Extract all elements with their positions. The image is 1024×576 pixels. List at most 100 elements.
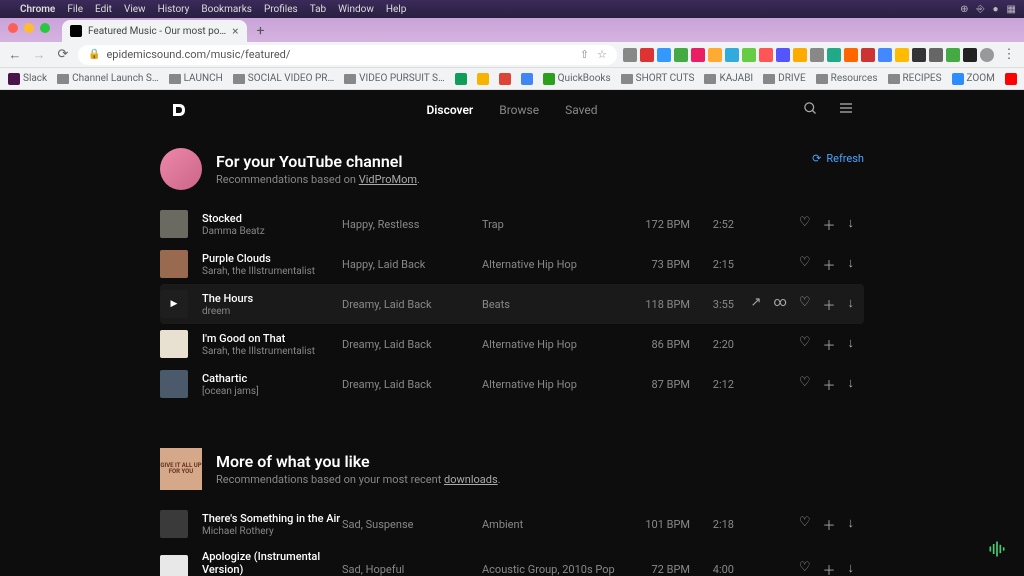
ext-icon[interactable] <box>691 48 705 62</box>
ext-icon[interactable] <box>810 48 824 62</box>
track-row[interactable]: Cathartic[ocean jams]Dreamy, Laid BackAl… <box>160 364 864 404</box>
share-icon[interactable]: ⇧ <box>580 48 589 61</box>
menu-item[interactable]: Window <box>338 4 374 15</box>
ext-icon[interactable] <box>827 48 841 62</box>
bookmark-item[interactable]: SOCIAL VIDEO PR… <box>233 73 334 84</box>
menu-item[interactable]: Edit <box>95 4 112 15</box>
add-icon[interactable]: ＋ <box>822 335 835 354</box>
track-artwork[interactable] <box>160 330 188 358</box>
bookmark-item[interactable]: SHORT CUTS <box>621 73 695 84</box>
bookmark-item[interactable]: Slack <box>8 73 47 85</box>
ext-icon[interactable] <box>759 48 773 62</box>
nav-browse[interactable]: Browse <box>499 103 539 117</box>
back-button[interactable]: ← <box>6 47 24 63</box>
track-row[interactable]: Purple CloudsSarah, the Illstrumentalist… <box>160 244 864 284</box>
menu-item[interactable]: Help <box>386 4 406 15</box>
status-icon[interactable]: ● <box>993 4 999 15</box>
status-icon[interactable]: ⊕ <box>960 4 968 15</box>
ext-icon[interactable] <box>708 48 722 62</box>
ext-icon[interactable] <box>776 48 790 62</box>
ext-icon[interactable] <box>742 48 756 62</box>
search-icon[interactable] <box>803 101 818 120</box>
ext-icon[interactable] <box>640 48 654 62</box>
menu-item[interactable]: View <box>124 4 146 15</box>
like-icon[interactable]: ♡ <box>799 560 811 576</box>
like-icon[interactable]: ♡ <box>799 295 811 314</box>
menu-item[interactable]: Profiles <box>264 4 298 15</box>
epidemic-logo-icon[interactable] <box>170 101 188 119</box>
forward-button[interactable]: → <box>30 47 48 63</box>
track-row[interactable]: There's Something in the AirMichael Roth… <box>160 504 864 544</box>
bookmark-item[interactable]: LAUNCH <box>169 73 223 84</box>
maximize-window-icon[interactable] <box>40 23 50 33</box>
track-artwork[interactable] <box>160 210 188 238</box>
browser-tab[interactable]: Featured Music - Our most po… × <box>62 20 247 42</box>
add-icon[interactable]: ＋ <box>822 255 835 274</box>
bookmark-item[interactable]: ZOOM <box>952 73 995 85</box>
download-icon[interactable]: ↓ <box>848 215 855 234</box>
like-icon[interactable]: ♡ <box>799 515 811 534</box>
ext-icon[interactable] <box>946 48 960 62</box>
waveform-icon[interactable] <box>984 536 1010 562</box>
star-icon[interactable]: ☆ <box>597 48 607 61</box>
ext-icon[interactable] <box>912 48 926 62</box>
bookmark-item[interactable] <box>521 73 533 85</box>
like-icon[interactable]: ♡ <box>799 375 811 394</box>
track-row[interactable]: The HoursdreemDreamy, Laid BackBeats118 … <box>160 284 864 324</box>
menu-item[interactable]: File <box>67 4 83 15</box>
bookmark-item[interactable]: DRIVE <box>763 73 806 84</box>
hamburger-menu-icon[interactable] <box>838 100 854 120</box>
like-icon[interactable]: ♡ <box>799 335 811 354</box>
ext-icon[interactable] <box>963 48 977 62</box>
download-icon[interactable]: ↓ <box>848 560 855 576</box>
address-bar[interactable]: 🔒 epidemicsound.com/music/featured/ ⇧ ☆ <box>78 45 617 65</box>
bookmark-item[interactable]: Resources <box>816 73 878 84</box>
ext-icon[interactable] <box>725 48 739 62</box>
track-artwork[interactable] <box>160 510 188 538</box>
add-icon[interactable]: ＋ <box>822 515 835 534</box>
nav-saved[interactable]: Saved <box>565 103 597 117</box>
track-row[interactable]: StockedDamma BeatzHappy, RestlessTrap172… <box>160 204 864 244</box>
bookmark-item[interactable]: QuickBooks <box>543 73 611 85</box>
channel-link[interactable]: VidProMom <box>359 173 417 186</box>
status-icon[interactable]: ⎆ <box>977 4 985 15</box>
menu-item[interactable]: History <box>158 4 190 15</box>
add-icon[interactable]: ＋ <box>822 560 835 576</box>
downloads-link[interactable]: downloads <box>444 473 498 486</box>
ext-icon[interactable] <box>878 48 892 62</box>
track-artwork[interactable] <box>160 290 188 318</box>
track-row[interactable]: I'm Good on ThatSarah, the Illstrumental… <box>160 324 864 364</box>
minimize-window-icon[interactable] <box>24 23 34 33</box>
like-icon[interactable]: ♡ <box>799 255 811 274</box>
bookmark-item[interactable] <box>499 73 511 85</box>
track-artwork[interactable] <box>160 370 188 398</box>
close-tab-icon[interactable]: × <box>232 24 238 38</box>
download-icon[interactable]: ↓ <box>848 515 855 534</box>
ext-icon[interactable] <box>861 48 875 62</box>
close-window-icon[interactable] <box>8 23 18 33</box>
ext-icon[interactable] <box>844 48 858 62</box>
share-icon[interactable]: ↗ <box>751 295 762 314</box>
menu-app[interactable]: Chrome <box>20 4 55 15</box>
ext-icon[interactable] <box>980 48 994 62</box>
bookmark-item[interactable]: RECIPES <box>888 73 942 84</box>
ext-icon[interactable] <box>895 48 909 62</box>
bookmark-item[interactable]: Channel Launch S… <box>57 73 158 84</box>
download-icon[interactable]: ↓ <box>848 295 855 314</box>
bookmark-item[interactable]: VIDEO PURSUIT S… <box>344 73 445 84</box>
menu-item[interactable]: Tab <box>310 4 326 15</box>
download-icon[interactable]: ↓ <box>848 255 855 274</box>
similar-icon[interactable]: ∞ <box>773 295 786 314</box>
new-tab-button[interactable]: + <box>251 21 271 41</box>
ext-icon[interactable] <box>657 48 671 62</box>
ext-icon[interactable] <box>623 48 637 62</box>
status-icon[interactable]: ▦ <box>1007 4 1016 15</box>
menu-item[interactable]: Bookmarks <box>201 4 252 15</box>
bookmark-item[interactable] <box>1005 73 1017 85</box>
ext-icon[interactable] <box>793 48 807 62</box>
track-artwork[interactable] <box>160 250 188 278</box>
reload-button[interactable]: ⟳ <box>54 47 72 62</box>
ext-icon[interactable] <box>929 48 943 62</box>
nav-discover[interactable]: Discover <box>426 103 473 117</box>
add-icon[interactable]: ＋ <box>822 375 835 394</box>
